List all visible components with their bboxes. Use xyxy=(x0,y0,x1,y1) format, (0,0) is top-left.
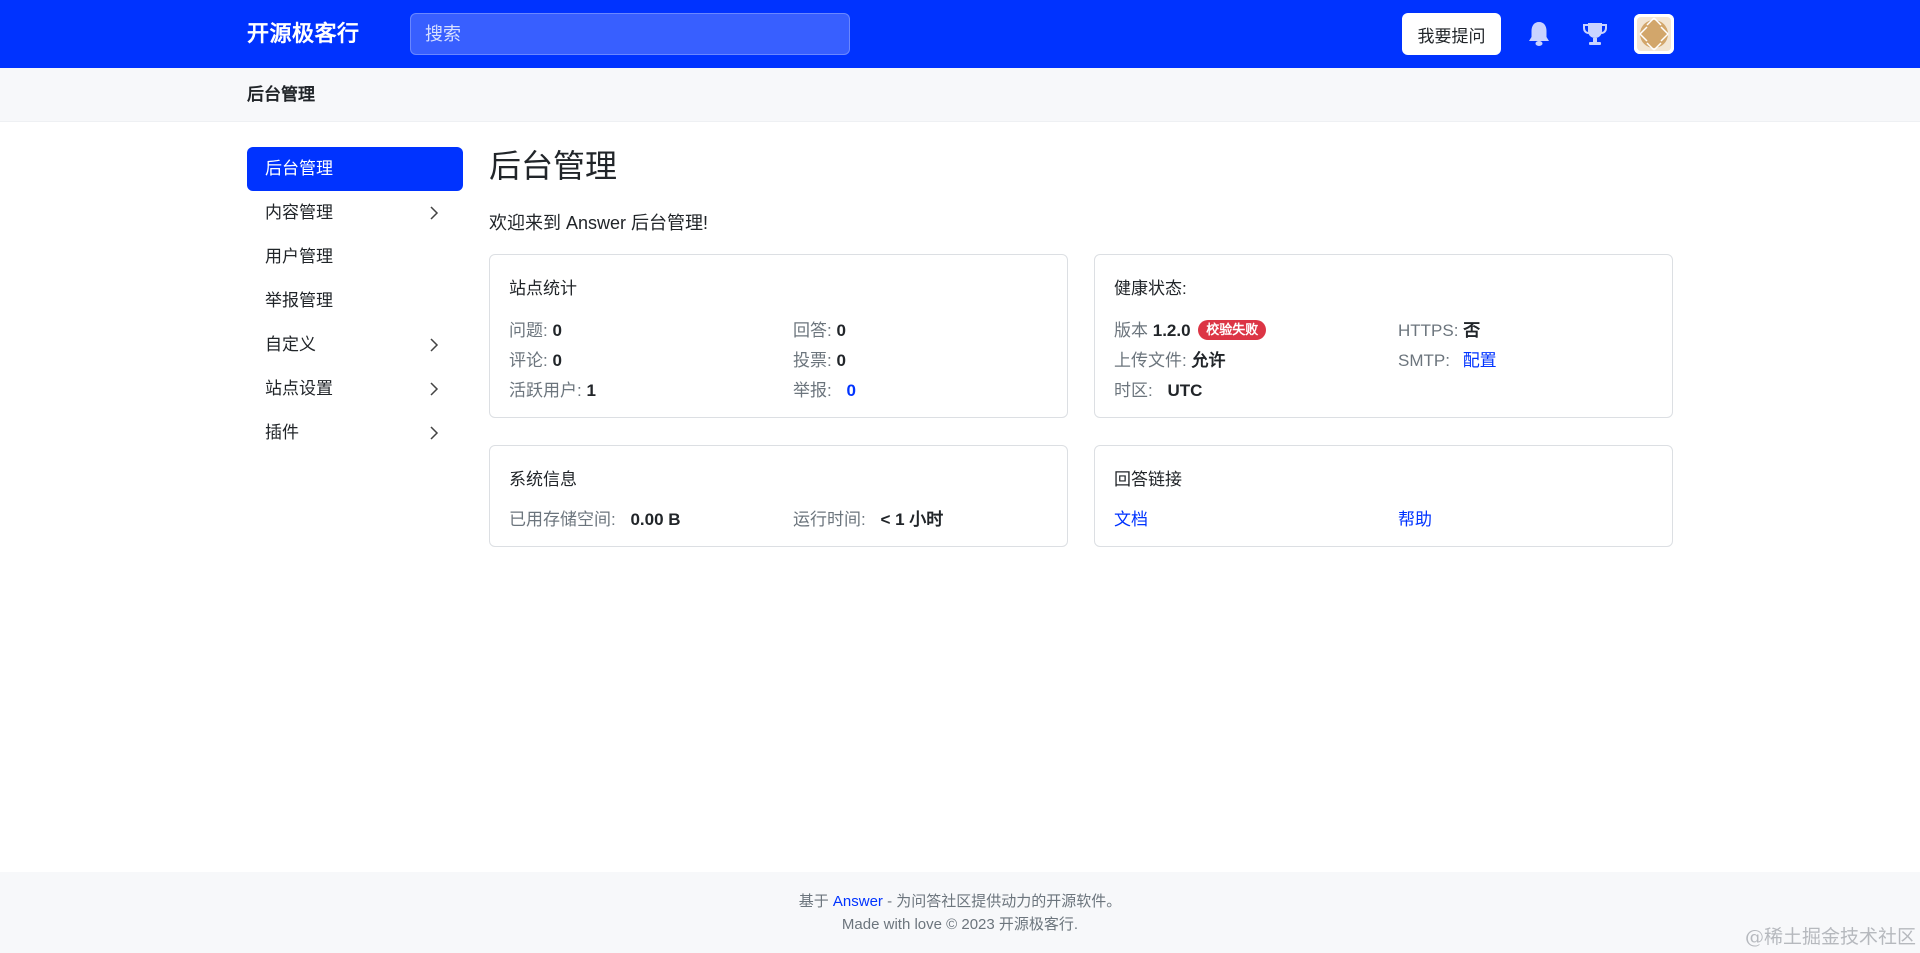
sidebar-item-site-settings[interactable]: 站点设置 xyxy=(247,367,463,411)
system-uptime: 运行时间: < 1 小时 xyxy=(793,510,944,529)
sidebar-item-label: 举报管理 xyxy=(265,291,333,310)
page-subheader: 后台管理 xyxy=(0,68,1920,122)
answer-home-link[interactable]: Answer xyxy=(833,893,883,910)
sidebar-item-reports[interactable]: 举报管理 xyxy=(247,279,463,323)
user-avatar[interactable] xyxy=(1634,14,1674,54)
top-navbar: 开源极客行 我要提问 xyxy=(0,0,1920,68)
welcome-text: 欢迎来到 Answer 后台管理! xyxy=(489,213,709,233)
brand-logo[interactable]: 开源极客行 xyxy=(247,0,360,68)
stat-votes: 投票: 0 xyxy=(793,351,846,370)
sidebar-item-label: 站点设置 xyxy=(265,379,333,398)
stat-reports: 举报: 0 xyxy=(793,381,856,400)
system-info-card: 系统信息 已用存储空间: 0.00 B 运行时间: < 1 小时 xyxy=(489,445,1068,547)
page-footer: 基于 Answer - 为问答社区提供动力的开源软件。 Made with lo… xyxy=(0,872,1920,953)
card-title: 回答链接 xyxy=(1114,470,1182,489)
site-stats-card: 站点统计 问题: 0 回答: 0 评论: 0 投票: 0 活跃用户: 1 举报:… xyxy=(489,254,1068,418)
card-title: 站点统计 xyxy=(509,279,577,298)
sidebar-item-label: 插件 xyxy=(265,423,299,442)
stat-answers: 回答: 0 xyxy=(793,321,846,340)
health-status-card: 健康状态: 版本 1.2.0 校验失败 HTTPS: 否 上传文件: 允许 SM… xyxy=(1094,254,1673,418)
sidebar-item-label: 用户管理 xyxy=(265,247,333,266)
docs-row: 文档 xyxy=(1114,505,1148,530)
trophy-icon[interactable] xyxy=(1578,17,1612,51)
sidebar-item-dashboard[interactable]: 后台管理 xyxy=(247,147,463,191)
chevron-right-icon xyxy=(430,206,439,220)
health-https: HTTPS: 否 xyxy=(1398,321,1481,340)
sidebar-item-users[interactable]: 用户管理 xyxy=(247,235,463,279)
sidebar-item-plugins[interactable]: 插件 xyxy=(247,411,463,455)
reports-count-link[interactable]: 0 xyxy=(846,381,855,400)
card-title: 健康状态: xyxy=(1114,279,1187,298)
footer-powered-by: 基于 Answer - 为问答社区提供动力的开源软件。 xyxy=(798,893,1122,910)
system-storage: 已用存储空间: 0.00 B xyxy=(509,510,681,529)
health-smtp: SMTP: 配置 xyxy=(1398,351,1497,370)
chevron-right-icon xyxy=(430,338,439,352)
smtp-config-link[interactable]: 配置 xyxy=(1463,351,1497,370)
health-upload: 上传文件: 允许 xyxy=(1114,351,1226,370)
footer-copyright: Made with love © 2023 开源极客行. xyxy=(841,916,1079,933)
help-link[interactable]: 帮助 xyxy=(1398,510,1432,529)
sidebar-item-label: 内容管理 xyxy=(265,203,333,222)
docs-link[interactable]: 文档 xyxy=(1114,510,1148,529)
chevron-right-icon xyxy=(430,382,439,396)
stat-questions: 问题: 0 xyxy=(509,321,562,340)
sidebar-item-contents[interactable]: 内容管理 xyxy=(247,191,463,235)
sidebar-item-label: 后台管理 xyxy=(265,159,333,178)
card-title: 系统信息 xyxy=(509,470,577,489)
breadcrumb: 后台管理 xyxy=(247,85,315,104)
chevron-right-icon xyxy=(430,426,439,440)
page-title: 后台管理 xyxy=(489,148,618,184)
stat-comments: 评论: 0 xyxy=(509,351,562,370)
sidebar-item-customize[interactable]: 自定义 xyxy=(247,323,463,367)
search-input[interactable] xyxy=(410,13,850,55)
ask-question-button[interactable]: 我要提问 xyxy=(1402,13,1501,55)
stat-active-users: 活跃用户: 1 xyxy=(509,381,596,400)
sidebar-item-label: 自定义 xyxy=(265,335,316,354)
watermark: @稀土掘金技术社区 xyxy=(1744,926,1916,948)
admin-sidebar: 后台管理 内容管理 用户管理 举报管理 自定义 站点设置 插件 xyxy=(247,147,463,455)
bell-icon[interactable] xyxy=(1522,17,1556,51)
status-badge: 校验失败 xyxy=(1198,320,1267,340)
health-version: 版本 1.2.0 校验失败 xyxy=(1114,316,1267,341)
answer-links-card: 回答链接 文档 帮助 xyxy=(1094,445,1673,547)
help-row: 帮助 xyxy=(1398,505,1432,530)
health-timezone: 时区: UTC xyxy=(1114,381,1203,400)
